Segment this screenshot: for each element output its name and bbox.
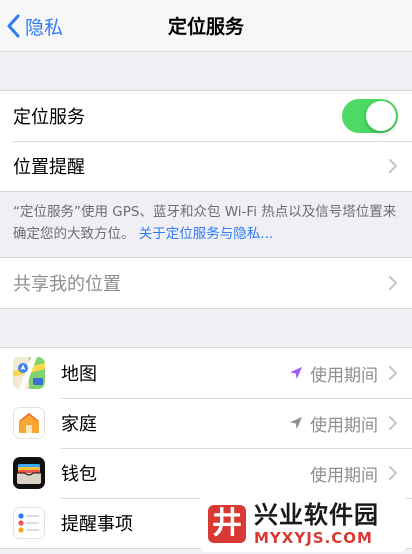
app-row-wallet[interactable]: 钱包 使用期间 (0, 448, 412, 498)
chevron-right-icon (389, 159, 397, 173)
app-name: 地图 (61, 364, 97, 385)
toggle-knob (366, 101, 396, 131)
location-status: 使用期间 (289, 411, 378, 436)
app-name: 家庭 (61, 414, 97, 435)
share-location-group: 共享我的位置 (0, 257, 412, 309)
app-name: 钱包 (61, 464, 97, 485)
location-footnote: “定位服务”使用 GPS、蓝牙和众包 Wi-Fi 热点以及信号塔位置来确定您的大… (0, 192, 412, 257)
location-status: 使用期间 (310, 461, 378, 486)
location-services-label: 定位服务 (13, 107, 85, 128)
home-app-icon (13, 407, 45, 439)
chevron-right-icon (389, 466, 397, 480)
status-label: 使用期间 (310, 465, 378, 486)
watermark-url: MYXYJS.COM (254, 528, 373, 547)
watermark-name: 兴业软件园 (254, 500, 379, 529)
wallet-app-icon (13, 457, 45, 489)
location-alerts-label: 位置提醒 (13, 157, 85, 178)
maps-app-icon (13, 357, 45, 389)
location-services-row: 定位服务 (0, 91, 412, 141)
share-location-row[interactable]: 共享我的位置 (0, 258, 412, 308)
location-alerts-row[interactable]: 位置提醒 (0, 141, 412, 191)
page-title: 定位服务 (167, 16, 244, 38)
share-location-label: 共享我的位置 (13, 274, 121, 295)
location-settings-group: 定位服务 位置提醒 (0, 90, 412, 192)
section-gap (0, 52, 412, 90)
status-label: 使用期间 (310, 365, 378, 386)
app-row-home[interactable]: 家庭 使用期间 (0, 398, 412, 448)
site-watermark: 井 兴业软件园 MYXYJS.COM (200, 496, 406, 552)
privacy-link[interactable]: 关于定位服务与隐私... (139, 226, 273, 242)
chevron-left-icon (7, 14, 20, 38)
watermark-logo: 井 (208, 505, 246, 543)
location-status: 使用期间 (289, 361, 378, 386)
status-label: 使用期间 (310, 415, 378, 436)
location-services-toggle[interactable] (342, 99, 398, 133)
navigation-bar: 隐私 定位服务 (0, 0, 412, 52)
chevron-right-icon (389, 276, 397, 290)
app-row-maps[interactable]: 地图 使用期间 (0, 348, 412, 398)
chevron-right-icon (389, 366, 397, 380)
back-button[interactable]: 隐私 (6, 0, 63, 52)
section-gap (0, 309, 412, 347)
location-arrow-icon (290, 417, 302, 429)
location-arrow-icon (290, 367, 302, 379)
watermark-text: 兴业软件园 MYXYJS.COM (254, 503, 379, 546)
chevron-right-icon (389, 416, 397, 430)
back-button-label: 隐私 (25, 16, 64, 39)
reminders-app-icon (13, 507, 45, 539)
